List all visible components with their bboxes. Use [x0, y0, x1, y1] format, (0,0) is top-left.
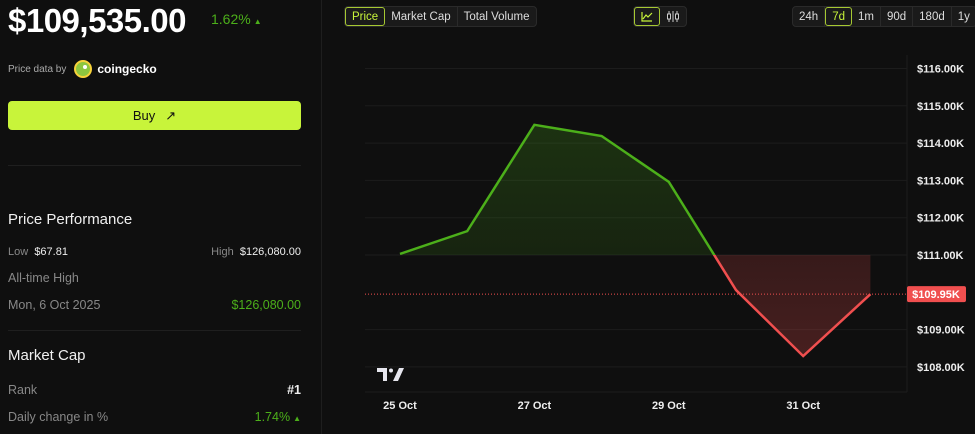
y-tick-label: $113.00K: [917, 175, 964, 187]
y-tick-label: $114.00K: [917, 138, 964, 150]
x-tick-label: 29 Oct: [652, 400, 686, 412]
x-tick-label: 31 Oct: [786, 400, 820, 412]
y-tick-label: $109.00K: [917, 325, 965, 337]
price-chart[interactable]: $116.00K $115.00K $114.00K $113.00K $112.00K…: [0, 0, 975, 434]
x-tick-label: 25 Oct: [383, 400, 417, 412]
y-tick-label: $112.00K: [917, 213, 964, 225]
current-price-label: $109.95K: [912, 289, 960, 301]
y-tick-label: $111.00K: [917, 250, 964, 262]
y-tick-label: $116.00K: [917, 64, 964, 76]
y-tick-label: $115.00K: [917, 101, 964, 113]
tradingview-logo-icon: [377, 368, 404, 381]
y-tick-label: $108.00K: [917, 362, 965, 374]
x-tick-label: 27 Oct: [518, 400, 552, 412]
